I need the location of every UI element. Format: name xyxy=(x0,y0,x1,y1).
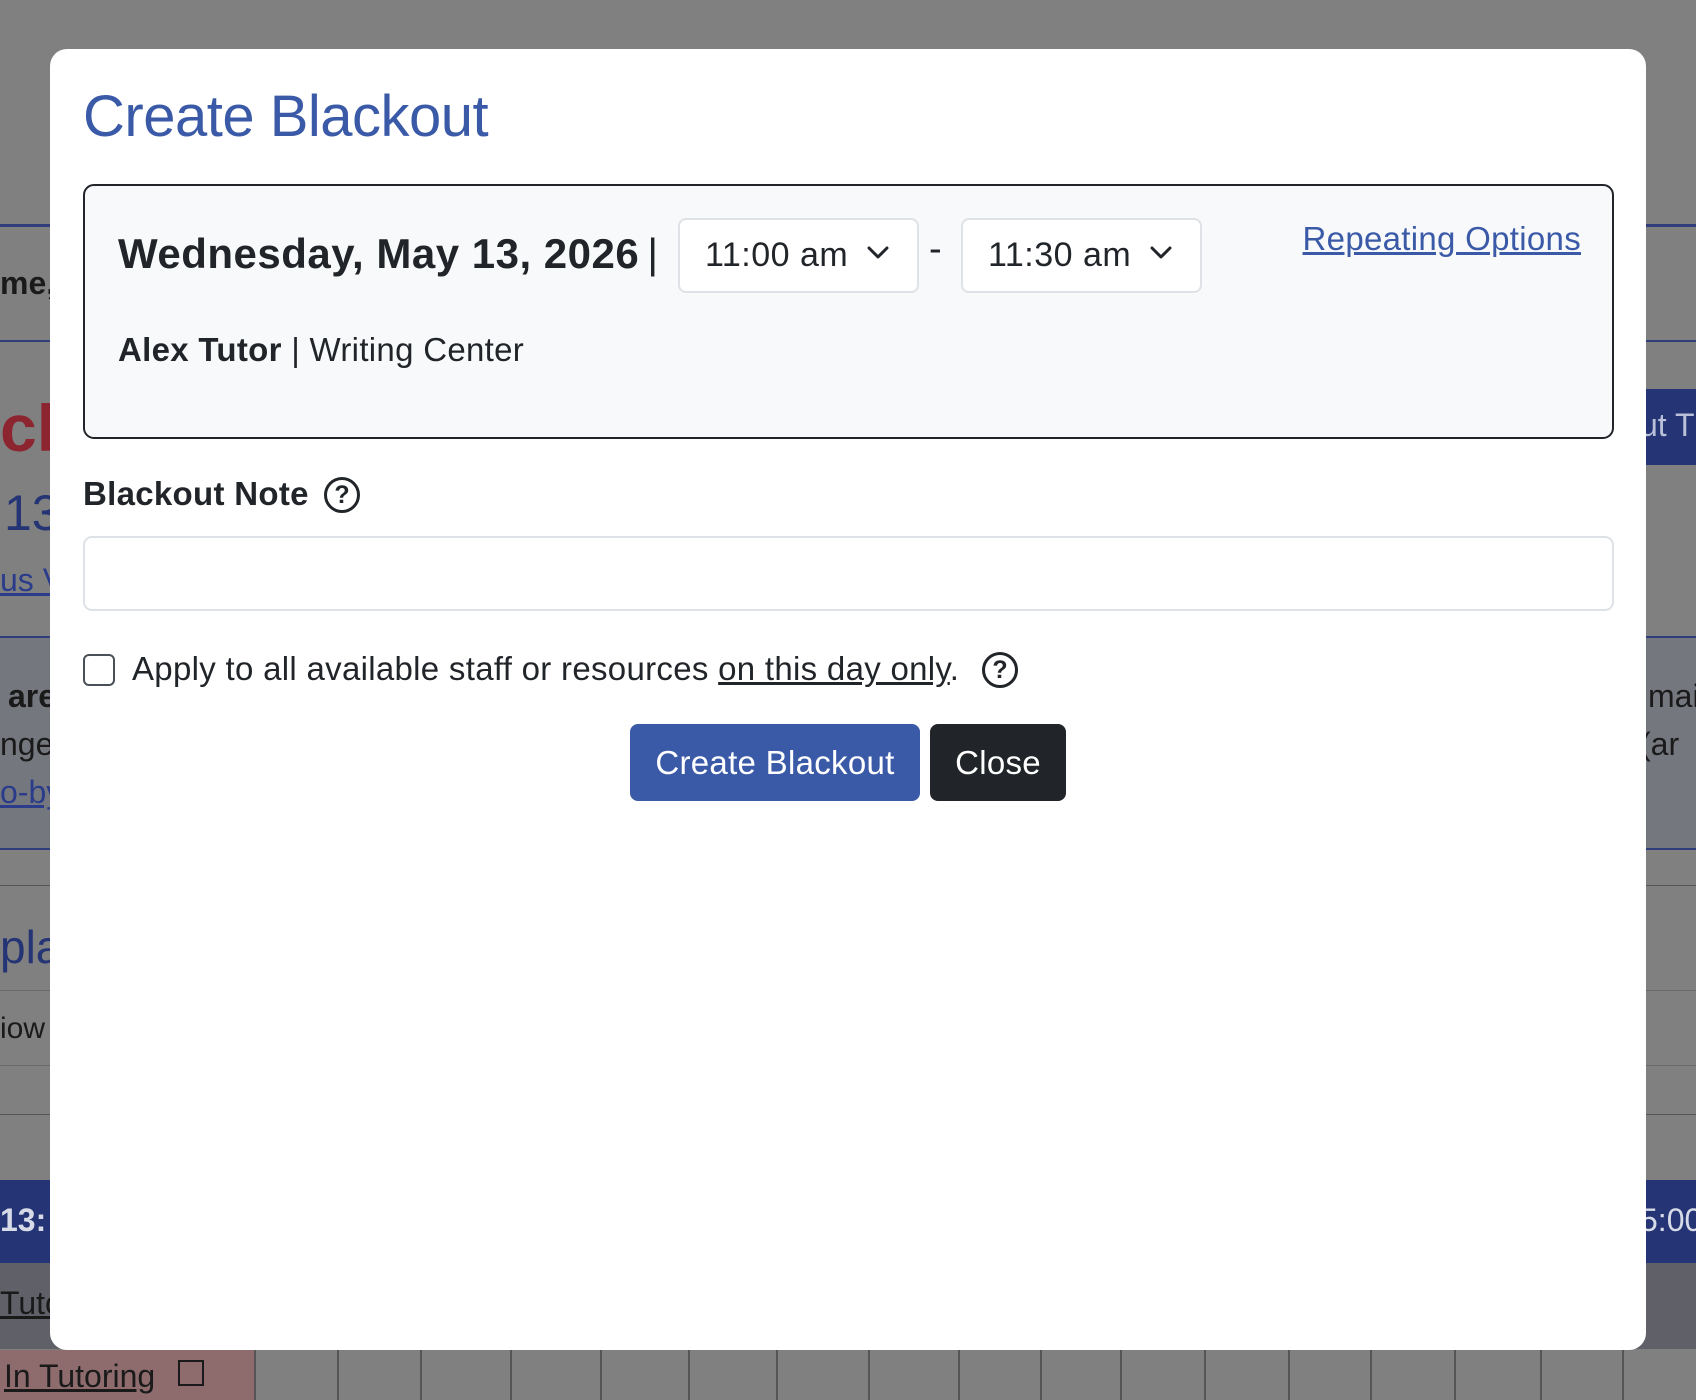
bg-alert-text-fragment: nge xyxy=(0,726,54,762)
bg-grid-col xyxy=(1454,1350,1456,1400)
apply-all-checkbox[interactable] xyxy=(83,654,115,686)
chevron-down-icon xyxy=(867,246,889,259)
bg-schedule-time-right: 5:00 xyxy=(1640,1202,1696,1238)
bg-grid-col xyxy=(420,1350,422,1400)
edit-icon[interactable] xyxy=(178,1360,204,1386)
bg-name-fragment: me, xyxy=(0,265,56,301)
bg-grid-col xyxy=(1370,1350,1372,1400)
bg-grid-col xyxy=(600,1350,602,1400)
bg-grid-col xyxy=(1288,1350,1290,1400)
bg-grid-col xyxy=(1622,1350,1624,1400)
date-text: Wednesday, May 13, 2026 xyxy=(118,230,640,277)
chevron-down-icon xyxy=(1150,246,1172,259)
bg-grid-col xyxy=(1540,1350,1542,1400)
bg-grid-col xyxy=(868,1350,870,1400)
blackout-details-box: Wednesday, May 13, 2026 | 11:00 am - 11:3… xyxy=(83,184,1614,439)
bg-alert-right-text-1: mai xyxy=(1648,678,1696,714)
bg-grid-col xyxy=(958,1350,960,1400)
apply-all-emphasis: on this day only xyxy=(718,650,950,687)
create-blackout-modal: Create Blackout Wednesday, May 13, 2026 |… xyxy=(50,49,1646,1350)
bg-grid-col xyxy=(254,1350,256,1400)
bg-navy-button-text: ut T xyxy=(1640,407,1695,443)
bg-grid-col xyxy=(337,1350,339,1400)
tutor-line: Alex Tutor | Writing Center xyxy=(118,331,524,369)
bg-grid-col xyxy=(688,1350,690,1400)
bg-schedule-cell-text: In Tutoring xyxy=(4,1358,156,1394)
bg-grid-col xyxy=(1040,1350,1042,1400)
tutor-name: Alex Tutor xyxy=(118,331,282,368)
bg-grid-col xyxy=(1120,1350,1122,1400)
end-time-select[interactable]: 11:30 am xyxy=(961,218,1202,293)
question-circle-icon[interactable]: ? xyxy=(324,477,360,513)
bg-grid-col xyxy=(776,1350,778,1400)
blackout-note-label: Blackout Note xyxy=(83,475,309,512)
date-separator: | xyxy=(647,230,659,277)
bg-schedule-time-left: 13: xyxy=(0,1202,47,1238)
bg-grid-col xyxy=(1204,1350,1206,1400)
time-range-dash: - xyxy=(929,228,942,270)
question-circle-icon[interactable]: ? xyxy=(982,652,1018,688)
start-time-value: 11:00 am xyxy=(705,236,849,274)
bg-grid-col xyxy=(510,1350,512,1400)
apply-all-label[interactable]: Apply to all available staff or resource… xyxy=(132,650,959,688)
bg-alert-bold-fragment: are xyxy=(8,678,57,714)
bg-row-fragment: iow xyxy=(0,1012,46,1045)
create-blackout-button[interactable]: Create Blackout xyxy=(630,724,920,801)
bg-schedule-cell-booked[interactable]: In Tutoring xyxy=(0,1350,254,1400)
repeating-options-link[interactable]: Repeating Options xyxy=(1303,220,1581,258)
center-name: Writing Center xyxy=(309,331,525,368)
close-button[interactable]: Close xyxy=(930,724,1066,801)
modal-title: Create Blackout xyxy=(83,84,489,149)
apply-all-text: Apply to all available staff or resource… xyxy=(132,650,719,687)
end-time-value: 11:30 am xyxy=(988,236,1132,274)
apply-all-period: . xyxy=(949,650,960,687)
start-time-select[interactable]: 11:00 am xyxy=(678,218,919,293)
tutor-separator: | xyxy=(291,331,301,368)
blackout-note-input[interactable] xyxy=(83,536,1614,611)
date-label: Wednesday, May 13, 2026 | xyxy=(118,230,659,278)
